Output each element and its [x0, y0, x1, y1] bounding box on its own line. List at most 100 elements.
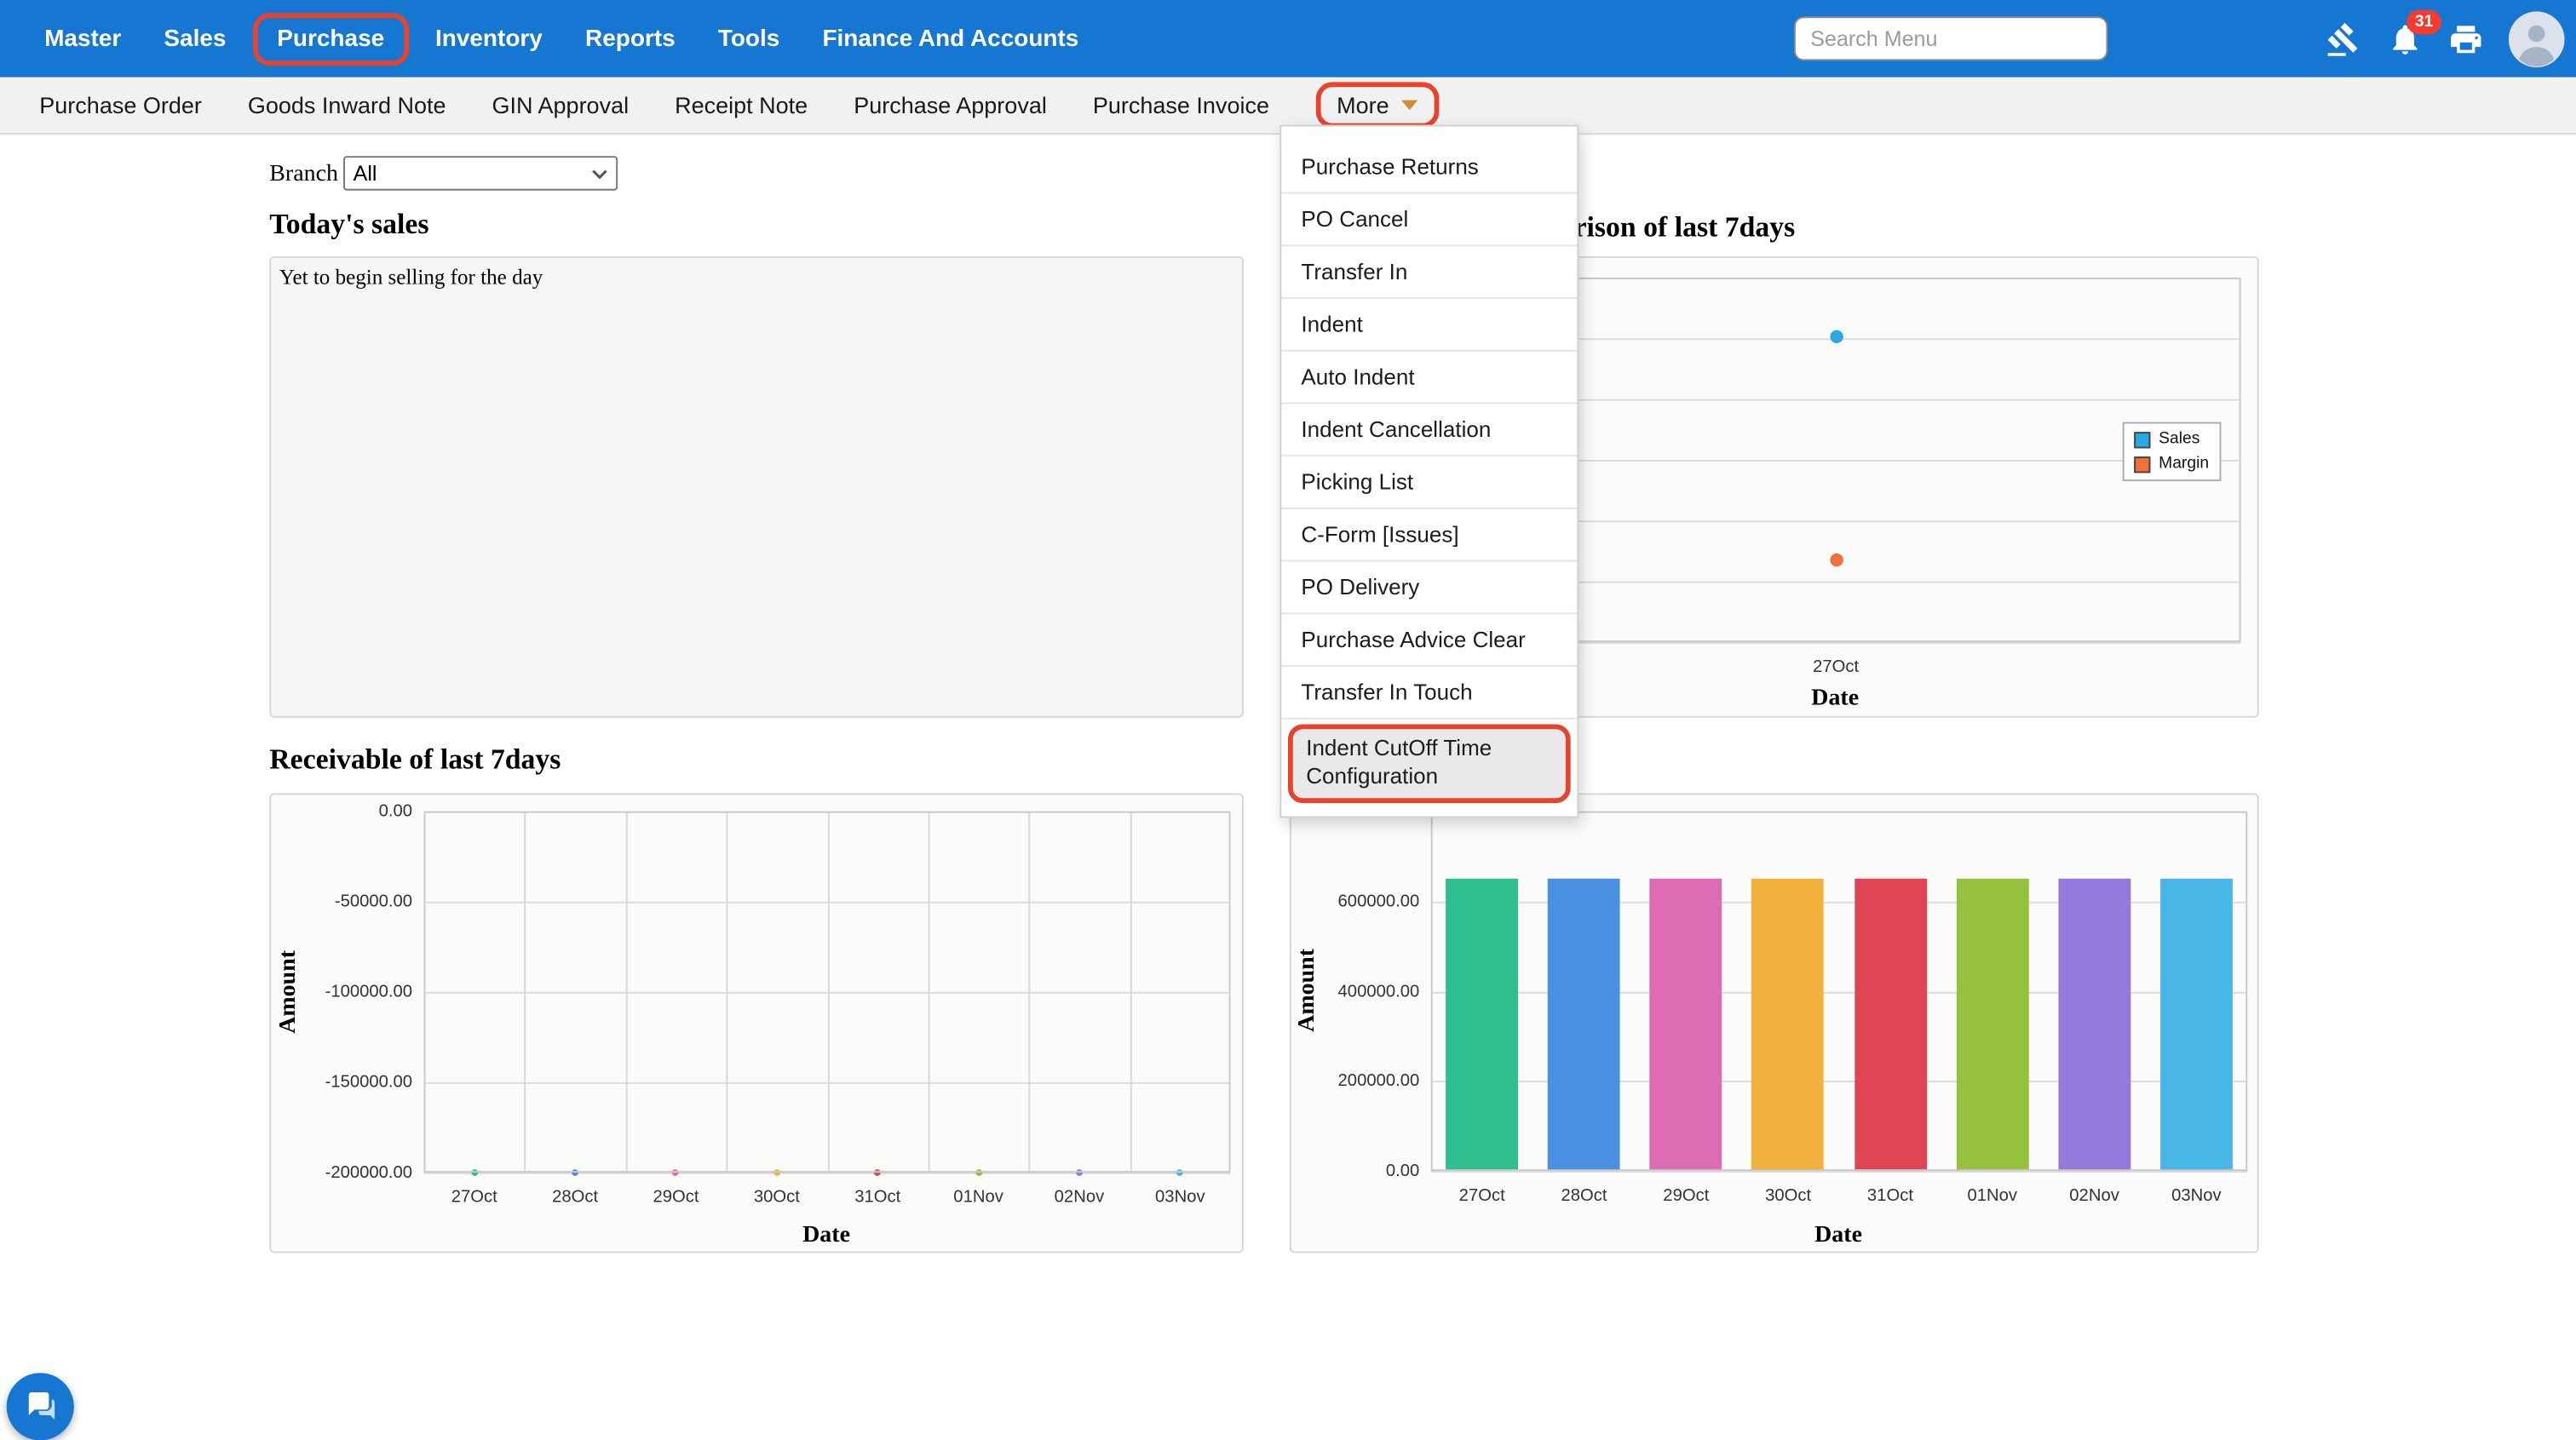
x-tick-label: 29Oct [653, 1187, 699, 1207]
nav-item-sales[interactable]: Sales [164, 26, 226, 52]
subnav-purchase-invoice[interactable]: Purchase Invoice [1093, 92, 1269, 118]
bar-chart-x-axis-label: Date [1814, 1222, 1862, 1250]
subnav-purchase-approval[interactable]: Purchase Approval [854, 92, 1047, 118]
menu-item-indent-cutoff-time-configuration[interactable]: Indent CutOff Time Configuration [1288, 724, 1571, 802]
gridline [625, 812, 627, 1173]
y-tick-label: -200000.00 [325, 1162, 412, 1182]
nav-item-master[interactable]: Master [44, 26, 121, 52]
menu-item-po-delivery[interactable]: PO Delivery [1281, 562, 1577, 615]
scatter-point-sales [1829, 330, 1842, 343]
branch-label: Branch [269, 161, 338, 189]
x-tick-label: 03Nov [1155, 1187, 1205, 1207]
menu-item-indent-cancellation[interactable]: Indent Cancellation [1281, 404, 1577, 456]
x-tick-label: 31Oct [854, 1187, 900, 1207]
menu-item-auto-indent[interactable]: Auto Indent [1281, 352, 1577, 404]
chat-fab-button[interactable] [7, 1373, 74, 1440]
y-tick-label: 600000.00 [1338, 892, 1420, 911]
nav-item-purchase[interactable]: Purchase [252, 12, 409, 65]
search-input[interactable] [1794, 16, 2107, 60]
menu-item-po-cancel[interactable]: PO Cancel [1281, 194, 1577, 247]
more-label: More [1337, 92, 1389, 118]
x-tick-label: 30Oct [1765, 1185, 1811, 1205]
today-sales-message: Yet to begin selling for the day [271, 258, 1242, 297]
notification-badge: 31 [2406, 9, 2441, 34]
menu-item-purchase-advice-clear[interactable]: Purchase Advice Clear [1281, 614, 1577, 667]
branch-select-value: All [354, 161, 377, 186]
receivable-chart-title: Receivable of last 7days [269, 743, 561, 777]
branch-select[interactable]: All [343, 156, 618, 190]
menu-item-indent[interactable]: Indent [1281, 299, 1577, 352]
chat-icon [23, 1390, 57, 1425]
bar-chart-y-axis-label: Amount [1294, 949, 1322, 1032]
gridline [827, 812, 829, 1173]
bar-27Oct [1446, 879, 1518, 1171]
bar-02Nov [2058, 879, 2130, 1171]
printer-icon[interactable] [2448, 20, 2484, 56]
legend-swatch [2134, 431, 2150, 447]
today-sales-title: Today's sales [269, 207, 428, 241]
top-icon-group: 31 [2326, 0, 2565, 77]
legend-label: Sales [2159, 430, 2199, 448]
x-tick-label: 27Oct [451, 1187, 497, 1207]
menu-item-transfer-in[interactable]: Transfer In [1281, 246, 1577, 299]
menu-item-picking-list[interactable]: Picking List [1281, 456, 1577, 509]
data-point-29Oct [673, 1169, 680, 1176]
data-point-31Oct [874, 1169, 881, 1176]
chevron-down-icon [1400, 100, 1417, 111]
legend-item: Margin [2134, 455, 2209, 473]
legend-item: Sales [2134, 430, 2209, 448]
legend-label: Margin [2159, 455, 2209, 473]
chart-legend: Sales Margin [2123, 422, 2221, 481]
top-navbar: Master Sales Purchase Inventory Reports … [0, 0, 2576, 77]
user-avatar[interactable] [2509, 11, 2565, 67]
gridline [928, 812, 929, 1173]
nav-item-inventory[interactable]: Inventory [435, 26, 543, 52]
x-tick-label: 30Oct [754, 1187, 800, 1207]
x-tick-label: 29Oct [1663, 1185, 1709, 1205]
gavel-icon[interactable] [2326, 20, 2362, 56]
x-tick-label: 01Nov [953, 1187, 1003, 1207]
x-tick-label: 27Oct [1813, 657, 1859, 676]
data-point-30Oct [773, 1169, 780, 1176]
nav-item-finance-and-accounts[interactable]: Finance And Accounts [822, 26, 1078, 52]
gridline [1029, 812, 1031, 1173]
menu-item-transfer-in-touch[interactable]: Transfer In Touch [1281, 667, 1577, 720]
subnav-receipt-note[interactable]: Receipt Note [675, 92, 808, 118]
more-dropdown-menu: Purchase Returns PO Cancel Transfer In I… [1279, 125, 1578, 818]
x-tick-label: 31Oct [1867, 1185, 1913, 1205]
more-menu-button[interactable]: More [1315, 82, 1438, 128]
y-tick-label: 0.00 [379, 801, 412, 821]
menu-item-c-form-issues[interactable]: C-Form [Issues] [1281, 509, 1577, 562]
scatter-point-margin [1829, 554, 1842, 566]
bar-chart-panel: 600000.00400000.00200000.000.0027Oct28Oc… [1290, 793, 2259, 1253]
bar-30Oct [1752, 879, 1825, 1171]
today-sales-panel: Yet to begin selling for the day [269, 256, 1244, 718]
data-point-01Nov [975, 1169, 982, 1176]
menu-search [1794, 16, 2107, 60]
y-tick-label: -50000.00 [335, 892, 412, 911]
receivable-plot: 0.00-50000.00-100000.00-150000.00-200000… [424, 812, 1231, 1173]
receivable-chart-panel: 0.00-50000.00-100000.00-150000.00-200000… [269, 793, 1244, 1253]
y-tick-label: 200000.00 [1338, 1071, 1420, 1091]
nav-item-tools[interactable]: Tools [718, 26, 780, 52]
comparison-chart-title-partial: rison of last 7days [1574, 210, 1796, 244]
gridline [727, 812, 728, 1173]
y-tick-label: -150000.00 [325, 1072, 412, 1092]
gridline [424, 1173, 1231, 1174]
x-tick-label: 01Nov [1967, 1185, 2017, 1205]
menu-item-purchase-returns[interactable]: Purchase Returns [1281, 141, 1577, 194]
y-tick-label: 0.00 [1386, 1161, 1419, 1180]
data-point-03Nov [1176, 1169, 1183, 1176]
nav-item-reports[interactable]: Reports [585, 26, 676, 52]
bar-31Oct [1854, 879, 1927, 1171]
gridline [1130, 812, 1131, 1173]
subnav-gin-approval[interactable]: GIN Approval [492, 92, 630, 118]
subnav-goods-inward-note[interactable]: Goods Inward Note [248, 92, 446, 118]
main-nav: Master Sales Purchase Inventory Reports … [0, 20, 1078, 56]
comparison-x-axis-label: Date [1811, 685, 1859, 713]
subnav-purchase-order[interactable]: Purchase Order [39, 92, 202, 118]
data-point-27Oct [471, 1169, 478, 1176]
bell-icon[interactable]: 31 [2387, 20, 2423, 56]
bar-29Oct [1650, 879, 1722, 1171]
y-tick-label: 400000.00 [1338, 981, 1420, 1001]
